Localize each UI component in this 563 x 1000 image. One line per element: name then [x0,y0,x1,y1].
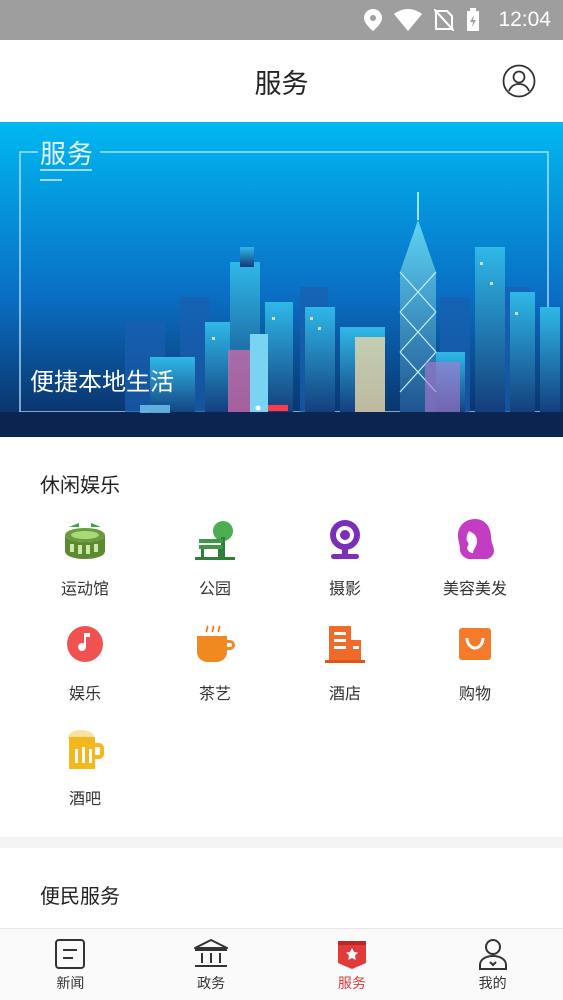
camera-icon [330,520,360,559]
service-item-label: 摄影 [328,579,361,598]
tab-label: 我的 [478,976,507,992]
beauty-icon [458,519,494,559]
service-item-park[interactable]: 公园 [150,517,280,617]
tab-label: 政务 [197,976,226,992]
service-item-hotel[interactable]: 酒店 [280,622,410,722]
wifi-icon [394,9,423,31]
tab-government[interactable]: 政务 [141,929,282,1000]
no-sim-icon [434,9,455,31]
service-item-entertainment[interactable]: 娱乐 [20,622,150,722]
tab-news[interactable]: 新闻 [0,929,141,1000]
battery-icon [467,8,480,31]
banner[interactable]: 服务 便捷本地生活 [0,122,563,437]
app-header: 服务 [0,40,563,122]
tab-service[interactable]: 服务 [282,929,423,1000]
service-item-tea[interactable]: 茶艺 [150,622,280,722]
service-item-label: 美容美发 [442,579,507,598]
service-item-label: 公园 [198,579,231,598]
service-item-label: 运动馆 [60,579,109,598]
bottom-tab-bar: 新闻 政务 服务 我的 [0,928,563,1000]
status-bar: 12:04 [0,0,563,40]
profile-icon [478,939,507,970]
leisure-section: 休闲娱乐 运动馆 公园 摄影 美容美发 娱乐 茶艺 酒店 购物 酒吧 [0,437,563,837]
page-title: 服务 [254,69,309,100]
banner-title: 服务 [40,140,95,170]
banner-subtitle: 便捷本地生活 [30,368,174,396]
stadium-icon [65,523,105,559]
park-icon [195,521,235,560]
tab-label: 服务 [337,976,366,992]
service-item-stadium[interactable]: 运动馆 [20,517,150,617]
location-icon [364,9,383,31]
service-item-label: 购物 [458,684,491,703]
service-item-label: 酒吧 [68,789,101,808]
service-item-shopping[interactable]: 购物 [410,622,540,722]
service-item-bar[interactable]: 酒吧 [20,727,150,827]
service-item-photography[interactable]: 摄影 [280,517,410,617]
tab-profile[interactable]: 我的 [422,929,563,1000]
government-icon [194,939,229,967]
tab-label: 新闻 [56,976,85,992]
beer-icon [68,730,104,769]
service-icon [337,941,366,969]
section-title-leisure: 休闲娱乐 [40,473,120,497]
news-icon [55,939,86,969]
music-icon [67,626,103,662]
service-item-label: 娱乐 [68,684,101,703]
hotel-icon [325,626,365,663]
tea-icon [197,625,235,662]
shopping-icon [459,628,491,660]
convenience-section: 便民服务 [0,848,563,928]
status-time: 12:04 [498,8,551,31]
user-avatar-icon[interactable] [502,64,536,98]
section-title-convenience: 便民服务 [40,884,120,908]
service-item-label: 酒店 [328,684,361,703]
service-item-beauty[interactable]: 美容美发 [410,517,540,617]
service-item-label: 茶艺 [198,684,231,703]
